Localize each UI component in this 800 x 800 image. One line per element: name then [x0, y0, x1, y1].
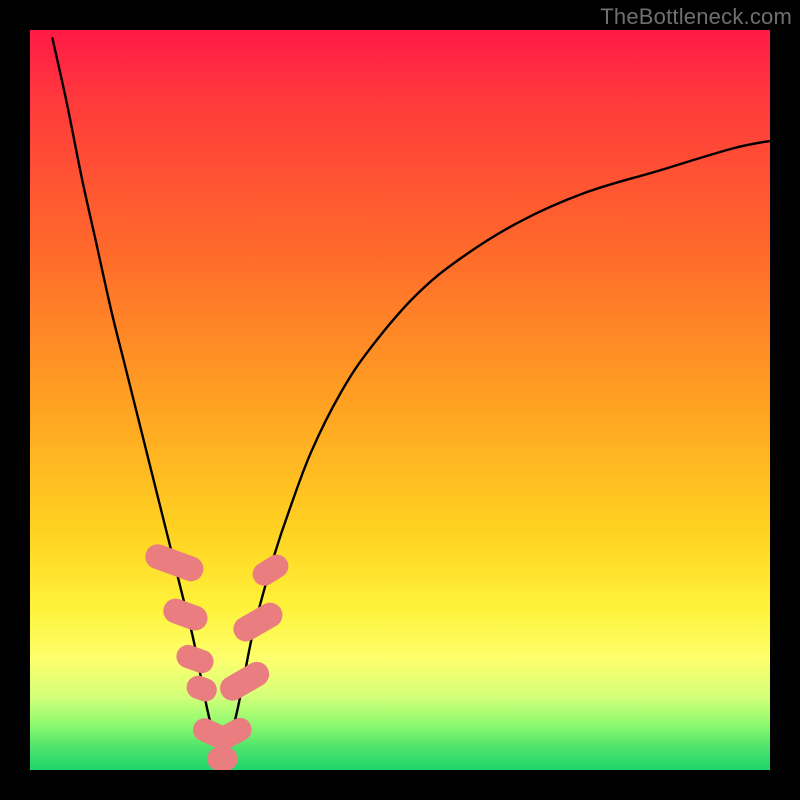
right-branch-curve: [222, 141, 770, 763]
marker: [230, 599, 287, 645]
highlighted-markers: [142, 541, 292, 770]
plot-area: [30, 30, 770, 770]
marker: [142, 541, 206, 584]
marker: [174, 642, 216, 676]
marker: [216, 658, 273, 704]
frame: TheBottleneck.com: [0, 0, 800, 800]
chart-svg: [30, 30, 770, 770]
marker: [208, 748, 238, 770]
marker: [249, 551, 292, 589]
marker: [184, 673, 219, 704]
watermark-text: TheBottleneck.com: [600, 4, 792, 30]
marker: [161, 596, 211, 633]
